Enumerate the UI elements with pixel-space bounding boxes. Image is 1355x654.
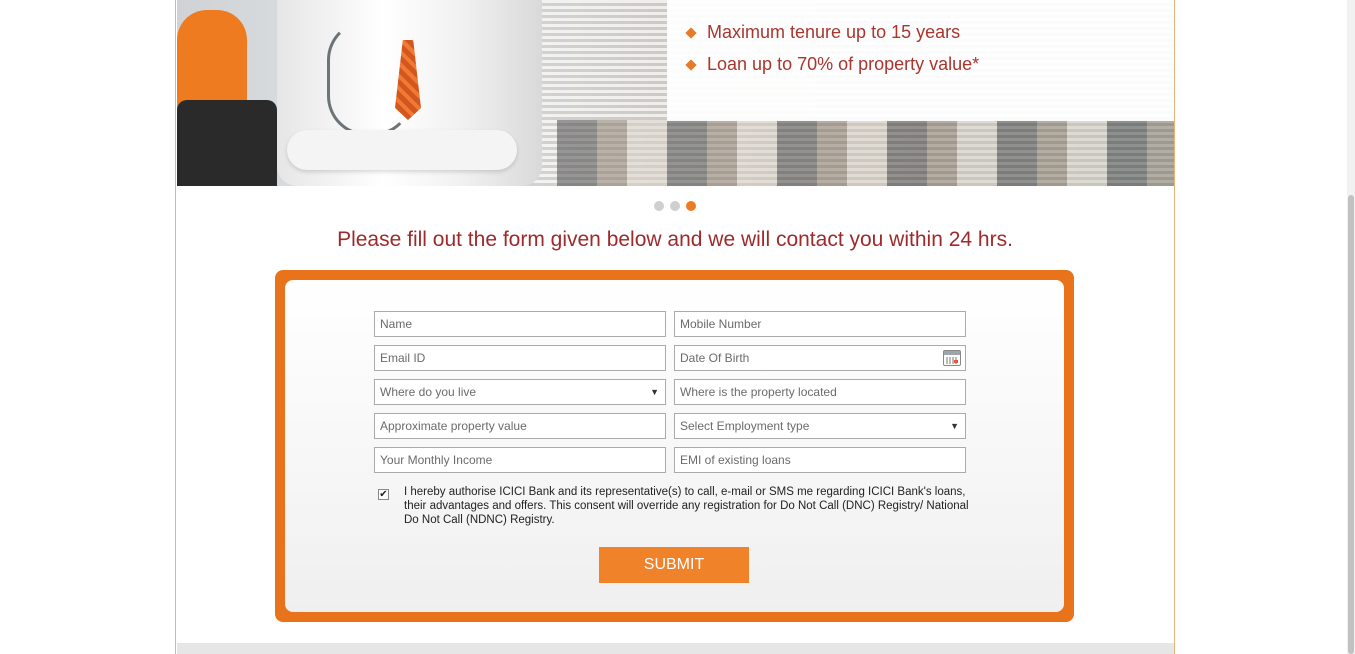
checkmark-icon: ✔ bbox=[379, 489, 388, 500]
city-select-value: Where do you live bbox=[380, 385, 477, 399]
date-of-birth-field[interactable]: Date Of Birth bbox=[674, 345, 966, 371]
scrollbar-thumb[interactable] bbox=[1348, 195, 1354, 654]
lead-form-frame: Name Mobile Number Email ID Date Of Birt… bbox=[275, 270, 1074, 622]
hero-feature-box: Maximum tenure up to 15 years Loan up to… bbox=[667, 0, 1174, 121]
diamond-bullet-icon bbox=[685, 26, 697, 39]
submit-button[interactable]: SUBMIT bbox=[599, 547, 749, 583]
carousel-dot-2[interactable] bbox=[670, 201, 680, 211]
consent-checkbox[interactable]: ✔ bbox=[378, 489, 389, 500]
lead-form: Name Mobile Number Email ID Date Of Birt… bbox=[285, 280, 1064, 612]
feature-item: Maximum tenure up to 15 years bbox=[685, 22, 961, 43]
feature-text: Maximum tenure up to 15 years bbox=[707, 22, 961, 42]
form-heading: Please fill out the form given below and… bbox=[337, 228, 1013, 251]
employment-select-value: Select Employment type bbox=[680, 419, 810, 433]
hero-doctor-arms bbox=[287, 130, 517, 170]
page-scrollbar[interactable] bbox=[1347, 0, 1355, 654]
property-value-field[interactable]: Approximate property value bbox=[374, 413, 666, 439]
chevron-down-icon: ▼ bbox=[650, 387, 659, 397]
feature-text: Loan up to 70% of property value* bbox=[707, 54, 980, 74]
mobile-number-field[interactable]: Mobile Number bbox=[674, 311, 966, 337]
email-field[interactable]: Email ID bbox=[374, 345, 666, 371]
city-select[interactable]: Where do you live ▼ bbox=[374, 379, 666, 405]
property-location-field[interactable]: Where is the property located bbox=[674, 379, 966, 405]
hero-background-office bbox=[557, 120, 1174, 186]
consent-text: I hereby authorise ICICI Bank and its re… bbox=[404, 486, 969, 526]
calendar-icon[interactable] bbox=[943, 350, 961, 366]
carousel-dot-3-active[interactable] bbox=[686, 201, 696, 211]
name-field[interactable]: Name bbox=[374, 311, 666, 337]
date-of-birth-placeholder: Date Of Birth bbox=[680, 351, 750, 365]
feature-item: Loan up to 70% of property value* bbox=[685, 54, 980, 75]
diamond-bullet-icon bbox=[685, 58, 697, 71]
chevron-down-icon: ▼ bbox=[950, 421, 959, 431]
footer-bar bbox=[177, 643, 1174, 654]
monthly-income-field[interactable]: Your Monthly Income bbox=[374, 447, 666, 473]
employment-type-select[interactable]: Select Employment type ▼ bbox=[674, 413, 966, 439]
hero-background-chair bbox=[177, 100, 277, 186]
carousel-indicators bbox=[654, 201, 696, 211]
hero-banner: Maximum tenure up to 15 years Loan up to… bbox=[177, 0, 1174, 186]
carousel-dot-1[interactable] bbox=[654, 201, 664, 211]
page-container: Maximum tenure up to 15 years Loan up to… bbox=[175, 0, 1175, 654]
existing-emi-field[interactable]: EMI of existing loans bbox=[674, 447, 966, 473]
